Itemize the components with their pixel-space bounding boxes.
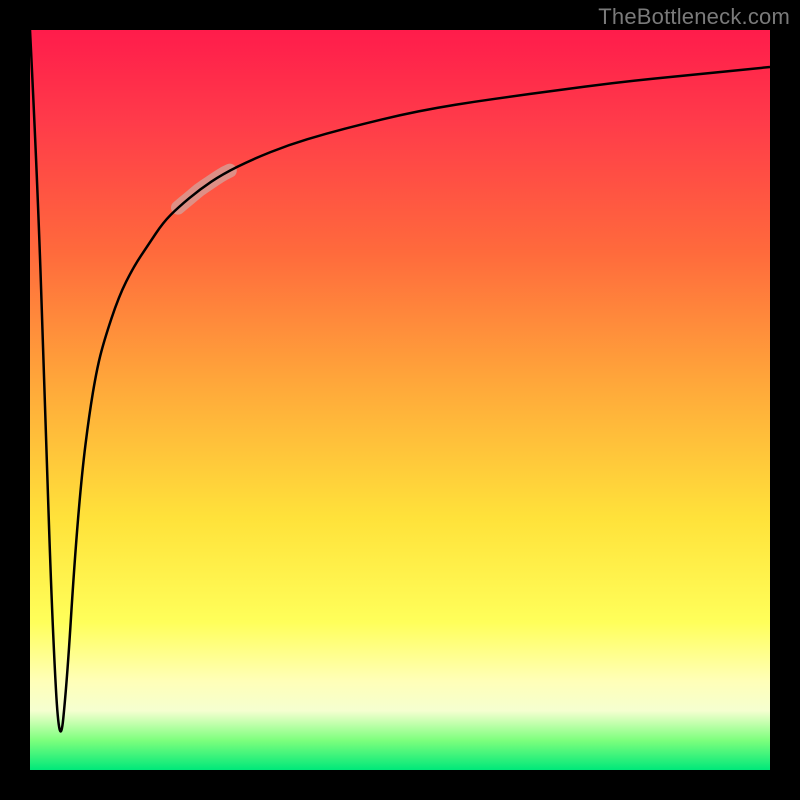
bottleneck-curve (30, 30, 770, 731)
chart-frame: TheBottleneck.com (0, 0, 800, 800)
chart-curve-layer (30, 30, 770, 770)
watermark-text: TheBottleneck.com (598, 4, 790, 30)
